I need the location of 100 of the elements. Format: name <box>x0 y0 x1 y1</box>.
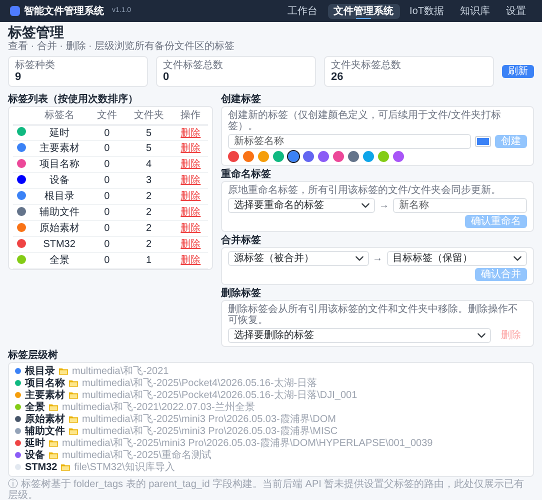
folder-count: 2 <box>146 191 152 202</box>
tag-name: 主要素材 <box>39 143 80 154</box>
tag-name: 全景 <box>49 255 70 266</box>
file-count: 0 <box>104 128 110 139</box>
color-swatch[interactable] <box>318 150 329 162</box>
color-swatch[interactable] <box>348 150 359 162</box>
delete-link[interactable]: 删除 <box>180 128 201 139</box>
folder-path: multimedia\和飞-2025\Pocket4\2026.05.16-太湖-日落\DJI_001 <box>82 390 358 401</box>
tree-node-name: 延时 <box>25 438 45 449</box>
stat-value: 0 <box>163 70 170 83</box>
folder-count: 2 <box>146 207 152 218</box>
folder-icon <box>61 463 70 472</box>
nav-tab[interactable]: 文件管理系统 <box>328 4 400 18</box>
page-title: 标签管理 <box>8 24 65 40</box>
delete-link[interactable]: 删除 <box>180 159 201 170</box>
select-field[interactable]: 源标签（被合并） <box>228 250 368 266</box>
color-swatch[interactable] <box>228 150 239 162</box>
color-swatch[interactable] <box>303 150 314 162</box>
delete-link[interactable]: 删除 <box>180 175 201 186</box>
tree-node-name: 原始素材 <box>25 414 65 425</box>
nav-tab[interactable]: IoT数据 <box>404 4 450 18</box>
folder-count: 3 <box>146 175 152 186</box>
delete-link[interactable]: 删除 <box>180 255 201 266</box>
tag-name: STM32 <box>43 239 76 250</box>
folder-path: multimedia\和飞-2025\mini3 Pro\2026.05.03-霞浦界\DOM <box>82 414 336 425</box>
folder-icon <box>69 427 78 436</box>
color-swatch[interactable] <box>333 150 344 162</box>
folder-path: multimedia\和飞-2025\mini3 Pro\2026.05.03-霞浦界\MISC <box>82 426 338 437</box>
nav-tab[interactable]: 工作台 <box>282 4 324 18</box>
folder-icon <box>59 367 68 376</box>
file-count: 0 <box>104 159 110 170</box>
select-field[interactable]: 选择要删除的标签 <box>228 328 491 343</box>
folder-icon <box>69 379 78 388</box>
delete-link[interactable]: 删除 <box>180 223 201 234</box>
folder-icon <box>49 439 58 448</box>
text-input[interactable]: 新名称 <box>393 198 527 213</box>
column-header: 标签名 <box>29 106 90 125</box>
folder-icon <box>49 403 58 412</box>
section-title: 标签层级树 <box>8 350 59 361</box>
delete-link[interactable]: 删除 <box>180 239 201 250</box>
folder-icon <box>49 451 58 460</box>
section-title: 标签列表（按使用次数排序） <box>8 94 139 105</box>
select-field[interactable]: 目标标签（保留） <box>386 250 527 266</box>
tree-node-name: 根目录 <box>25 366 55 377</box>
folder-count: 5 <box>146 143 152 154</box>
color-picker[interactable] <box>475 136 491 147</box>
folder-path: file\STM32\知识库导入 <box>74 462 175 473</box>
folder-count: 2 <box>146 223 152 234</box>
nav-tab[interactable]: 知识库 <box>454 4 496 18</box>
folder-path: multimedia\和飞-2021 <box>72 366 169 377</box>
section-title: 合并标签 <box>221 234 262 246</box>
file-count: 0 <box>104 255 110 266</box>
tree-node-name: 项目名称 <box>25 378 65 389</box>
arrow-text: → <box>379 200 389 211</box>
tag-name: 项目名称 <box>39 159 80 170</box>
tag-name: 根目录 <box>44 191 74 202</box>
folder-icon <box>69 415 78 424</box>
folder-path: multimedia\和飞-2021\2022.07.03-兰州全景 <box>62 402 255 413</box>
stat-label: 文件夹标签总数 <box>331 60 402 71</box>
tag-name: 延时 <box>49 128 70 139</box>
delete-link[interactable]: 删除 <box>180 191 201 202</box>
folder-count: 4 <box>146 159 152 170</box>
folder-path: multimedia\和飞-2025\mini3 Pro\2026.05.03-霞浦界\DOM\HYPERLAPSE\001_0039 <box>62 438 433 449</box>
file-count: 0 <box>104 207 110 218</box>
tag-name: 辅助文件 <box>39 207 80 218</box>
file-count: 0 <box>104 143 110 154</box>
delete-link[interactable]: 删除 <box>180 143 201 154</box>
text-input[interactable]: 新标签名称 <box>228 134 471 149</box>
folder-icon <box>69 391 78 400</box>
hint-text: 原地重命名标签，所有引用该标签的文件/文件夹会同步更新。 <box>228 184 502 196</box>
color-swatch[interactable] <box>243 150 254 162</box>
stat-label: 文件标签总数 <box>163 60 224 71</box>
select-field[interactable]: 选择要重命名的标签 <box>228 198 375 213</box>
folder-path: multimedia\和飞-2025\重命名测试 <box>62 450 212 461</box>
folder-count: 2 <box>146 239 152 250</box>
color-swatch[interactable] <box>363 150 374 162</box>
section-title: 创建标签 <box>221 94 262 105</box>
page-subtitle: 查看 · 合并 · 删除 · 层级浏览所有备份文件区的标签 <box>8 40 236 52</box>
section-title: 重命名标签 <box>221 168 272 180</box>
footnote: ⓘ 标签树基于 folder_tags 表的 parent_tag_id 字段构建。当前后端 API 暂未提供设置父标签的路由，此处仅展示已有层级。 <box>8 478 526 500</box>
tree-node-name: 主要素材 <box>25 390 65 401</box>
tag-name: 设备 <box>49 175 70 186</box>
stat-value: 9 <box>15 70 22 83</box>
tree-node-name: 辅助文件 <box>25 426 65 437</box>
nav-tab[interactable]: 设置 <box>500 4 532 18</box>
folder-count: 1 <box>146 255 152 266</box>
folder-count: 5 <box>146 128 152 139</box>
folder-path: multimedia\和飞-2025\Pocket4\2026.05.16-太湖-日落 <box>82 378 318 389</box>
color-swatch[interactable] <box>378 150 389 162</box>
stat-value: 26 <box>331 70 344 83</box>
color-swatch[interactable] <box>288 150 299 162</box>
color-swatch[interactable] <box>258 150 269 162</box>
color-swatch[interactable] <box>273 150 284 162</box>
file-count: 0 <box>104 175 110 186</box>
delete-link[interactable]: 删除 <box>180 207 201 218</box>
brand-name: 智能文件管理系统 <box>24 6 104 16</box>
refresh-button[interactable]: 刷新 <box>502 64 534 78</box>
tree-node-name: STM32 <box>25 462 58 473</box>
arrow-text: → <box>372 252 382 264</box>
color-swatch[interactable] <box>393 150 404 162</box>
